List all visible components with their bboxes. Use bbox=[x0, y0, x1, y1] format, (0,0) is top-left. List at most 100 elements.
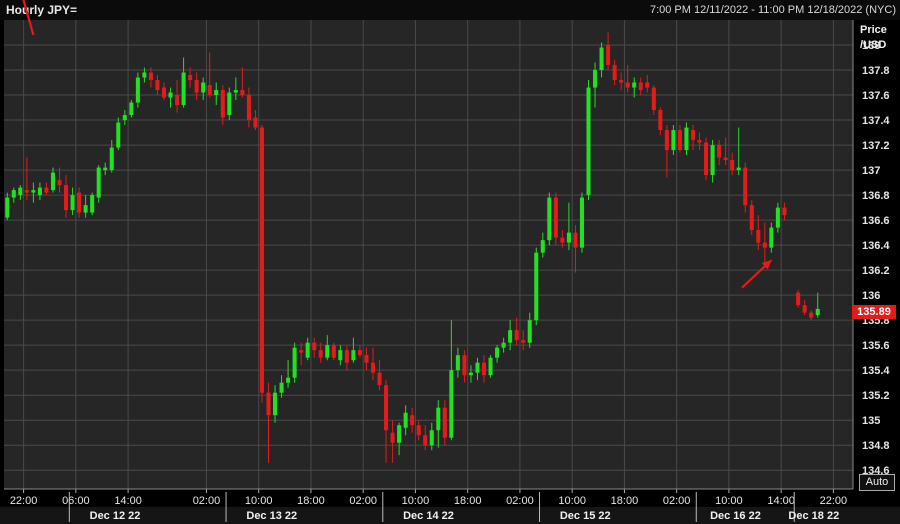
candle-body bbox=[5, 197, 10, 218]
candle-body bbox=[762, 242, 767, 248]
candle bbox=[547, 192, 552, 246]
candle-body bbox=[11, 190, 16, 198]
date-label: Dec 16 22 bbox=[710, 510, 761, 522]
x-tick-label: 10:00 bbox=[402, 495, 430, 507]
candle-body bbox=[651, 87, 656, 111]
candle-body bbox=[775, 207, 780, 228]
candle-body bbox=[377, 372, 382, 386]
candle-body bbox=[593, 70, 598, 88]
y-tick-label: 137.6 bbox=[862, 90, 890, 102]
x-tick-label: 02:00 bbox=[663, 495, 691, 507]
y-tick-label: 136.2 bbox=[862, 265, 890, 277]
candle-body bbox=[122, 115, 127, 121]
candlestick-chart[interactable]: Price /USD 138137.8137.6137.4137.2137136… bbox=[0, 0, 900, 524]
candle-body bbox=[684, 127, 689, 151]
candle-body bbox=[664, 130, 669, 151]
candle-body bbox=[743, 167, 748, 206]
candle bbox=[749, 200, 754, 236]
candle-body bbox=[442, 407, 447, 438]
candle-body bbox=[730, 160, 735, 171]
price-axis: Price /USD 138137.8137.6137.4137.2137136… bbox=[852, 20, 890, 489]
candle-body bbox=[619, 80, 624, 83]
candle-body bbox=[782, 207, 787, 216]
date-label: Dec 14 22 bbox=[403, 510, 454, 522]
candle-body bbox=[723, 157, 728, 161]
candle-body bbox=[403, 412, 408, 428]
candle-body bbox=[697, 140, 702, 143]
candle-body bbox=[769, 227, 774, 248]
x-tick-label: 02:00 bbox=[506, 495, 534, 507]
candle-body bbox=[677, 130, 682, 151]
candle-body bbox=[64, 185, 69, 211]
candle-body bbox=[175, 95, 180, 106]
x-tick-label: 10:00 bbox=[558, 495, 586, 507]
candle-body bbox=[436, 407, 441, 431]
candle-body bbox=[449, 370, 454, 438]
y-tick-label: 136.4 bbox=[862, 240, 890, 252]
candle-body bbox=[566, 232, 571, 243]
y-tick-label: 137.8 bbox=[862, 65, 890, 77]
y-tick-label: 137 bbox=[862, 165, 880, 177]
candle-body bbox=[161, 87, 167, 98]
candle-body bbox=[384, 385, 389, 431]
candle-body bbox=[802, 305, 807, 313]
candle-body bbox=[227, 92, 232, 116]
candle bbox=[259, 125, 264, 403]
candle-body bbox=[233, 90, 238, 93]
candle-body bbox=[756, 230, 761, 243]
candle-body bbox=[194, 80, 199, 93]
candle-body bbox=[338, 350, 343, 361]
candle-body bbox=[305, 342, 310, 358]
candle-body bbox=[579, 197, 584, 248]
date-label: Dec 18 22 bbox=[788, 510, 839, 522]
y-tick-label: 138 bbox=[862, 40, 880, 52]
auto-scale-button[interactable]: Auto bbox=[859, 474, 895, 491]
candle bbox=[488, 355, 493, 378]
candle-body bbox=[292, 347, 297, 378]
candle-body bbox=[671, 130, 676, 151]
candle-body bbox=[44, 187, 49, 193]
candle bbox=[96, 165, 101, 203]
candle-body bbox=[266, 392, 271, 416]
candle-body bbox=[240, 90, 245, 96]
candle-body bbox=[331, 345, 336, 358]
candle-body bbox=[220, 90, 225, 118]
candle-body bbox=[488, 357, 493, 376]
candle-body bbox=[364, 355, 369, 363]
plot-area bbox=[4, 20, 853, 489]
candle-body bbox=[534, 252, 539, 321]
candle-body bbox=[90, 195, 95, 213]
candle-body bbox=[397, 425, 402, 443]
candle-body bbox=[573, 232, 578, 248]
candle-body bbox=[475, 362, 480, 373]
y-tick-label: 135.4 bbox=[862, 365, 890, 377]
candle-body bbox=[201, 82, 206, 93]
time-axis: 22:00 06:00 14:00 02:00 10:00 18:00 02:00 10:00… bbox=[0, 488, 900, 524]
candle bbox=[704, 137, 709, 181]
candle bbox=[129, 100, 134, 118]
candle-body bbox=[188, 75, 193, 81]
candle-body bbox=[325, 345, 330, 358]
candle-body bbox=[116, 122, 121, 148]
candle-body bbox=[410, 415, 415, 426]
candle-body bbox=[690, 130, 696, 141]
candle-body bbox=[625, 82, 630, 88]
candle-body bbox=[96, 167, 101, 198]
candle-body bbox=[129, 102, 134, 116]
candle-body bbox=[259, 127, 264, 393]
candle-body bbox=[586, 87, 591, 196]
candle-body bbox=[612, 65, 617, 81]
candle-body bbox=[501, 342, 506, 348]
candle bbox=[579, 192, 584, 253]
candle bbox=[743, 162, 748, 213]
candle-body bbox=[809, 312, 814, 318]
candle-body bbox=[521, 340, 526, 343]
candle-body bbox=[606, 45, 611, 66]
candle-body bbox=[416, 425, 421, 436]
candle-body bbox=[540, 240, 545, 253]
candle-body bbox=[429, 430, 434, 446]
candle-body bbox=[142, 72, 147, 78]
y-tick-label: 137.4 bbox=[862, 115, 890, 127]
last-price-tag: 135.89 bbox=[852, 305, 896, 319]
candle-body bbox=[168, 92, 173, 98]
